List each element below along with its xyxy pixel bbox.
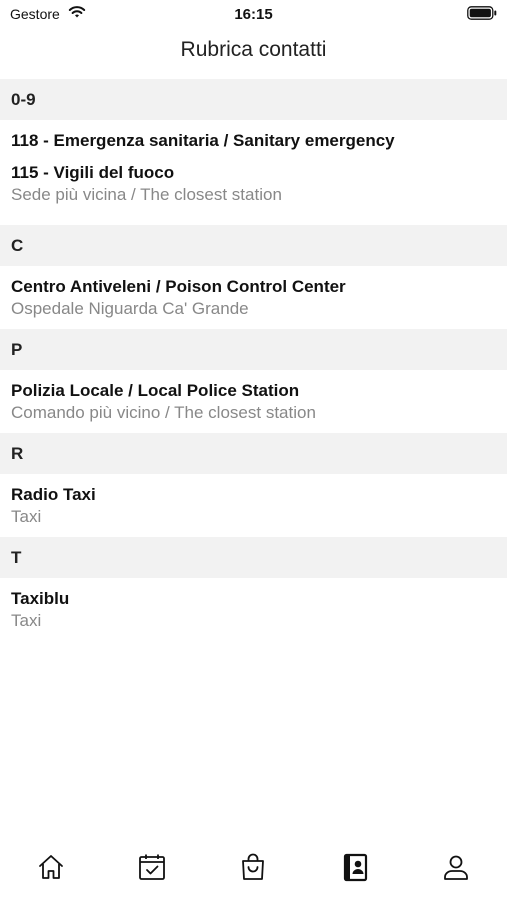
tab-bar (0, 838, 507, 900)
address-book-icon (343, 853, 367, 882)
contact-subtitle: Sede più vicina / The closest station (11, 185, 282, 204)
shopping-bag-icon (242, 853, 265, 880)
tab-home[interactable] (0, 852, 101, 882)
clock: 16:15 (234, 6, 273, 23)
section-header-0-9: 0-9 (0, 79, 507, 120)
contact-title: 118 - Emergenza sanitaria / Sanitary eme… (11, 131, 395, 150)
contact-row-centro-antiveleni[interactable]: Centro Antiveleni / Poison Control Cente… (0, 266, 507, 329)
home-icon (38, 855, 63, 879)
contact-title: Polizia Locale / Local Police Station (11, 381, 300, 400)
contact-subtitle: Ospedale Niguarda Ca' Grande (11, 299, 249, 318)
page-title: Rubrica contatti (180, 38, 327, 61)
section-header-t: T (0, 537, 507, 578)
section-header-c: C (0, 225, 507, 266)
contact-row-118[interactable]: 118 - Emergenza sanitaria / Sanitary eme… (0, 120, 507, 162)
battery-icon (467, 6, 497, 20)
tab-shop[interactable] (203, 852, 304, 882)
contact-row-polizia-locale[interactable]: Polizia Locale / Local Police Station Co… (0, 370, 507, 433)
contact-row-115[interactable]: 115 - Vigili del fuoco Sede più vicina /… (0, 162, 507, 225)
contact-title: Radio Taxi (11, 485, 96, 504)
contact-title: Centro Antiveleni / Poison Control Cente… (11, 277, 346, 296)
contact-subtitle: Comando più vicino / The closest station (11, 403, 316, 422)
section-header-p: P (0, 329, 507, 370)
contact-title: 115 - Vigili del fuoco (11, 163, 175, 182)
contact-row-radio-taxi[interactable]: Radio Taxi Taxi (0, 474, 507, 537)
status-bar: Gestore 16:15 (0, 0, 507, 28)
contact-title: Taxiblu (11, 589, 70, 608)
contacts-list: 0-9 118 - Emergenza sanitaria / Sanitary… (0, 79, 507, 641)
tab-profile[interactable] (406, 852, 507, 882)
section-header-r: R (0, 433, 507, 474)
contact-row-taxiblu[interactable]: Taxiblu Taxi (0, 578, 507, 641)
contact-subtitle: Taxi (11, 507, 42, 526)
contact-subtitle: Taxi (11, 611, 42, 630)
tab-calendar[interactable] (102, 852, 203, 882)
user-icon (444, 855, 469, 880)
tab-contacts[interactable] (304, 852, 405, 882)
calendar-check-icon (139, 854, 165, 880)
